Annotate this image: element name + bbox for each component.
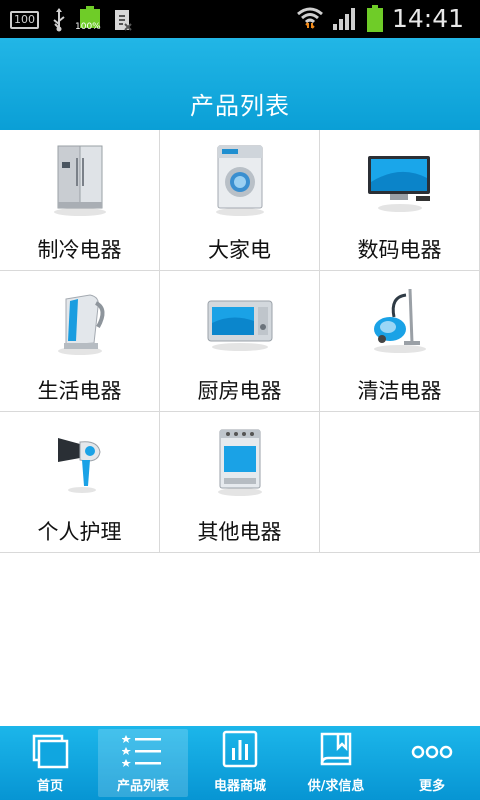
category-label: 个人护理 — [37, 520, 122, 544]
document-icon — [115, 10, 132, 31]
category-grid: 制冷电器 大家电 数码电器 生活电器 厨房电器 清洁电器 个人护理 其他电器 — [0, 130, 480, 554]
category-label: 其他电器 — [197, 520, 282, 544]
category-item-kitchen[interactable]: 厨房电器 — [160, 271, 320, 412]
hair-dryer-icon — [58, 438, 101, 493]
empty-cell — [320, 412, 480, 553]
category-label: 清洁电器 — [357, 379, 442, 403]
category-label: 制冷电器 — [37, 238, 122, 262]
category-item-digital[interactable]: 数码电器 — [320, 130, 480, 271]
tab-label: 更多 — [418, 779, 445, 794]
wifi-icon — [296, 7, 323, 29]
status-left: 100 100% — [10, 6, 133, 34]
kettle-icon — [58, 294, 105, 355]
tab-supply-demand[interactable]: 供/求信息 — [288, 726, 384, 800]
vacuum-cleaner-icon — [374, 288, 426, 353]
page-title: 产品列表 — [190, 92, 290, 120]
category-item-large-appliances[interactable]: 大家电 — [160, 130, 320, 271]
status-bar: 100 100% 14:41 — [0, 0, 480, 38]
refrigerator-icon — [54, 145, 106, 216]
status-right: 14:41 — [296, 4, 464, 33]
more-dots-icon — [411, 745, 453, 759]
tab-home[interactable]: 首页 — [2, 726, 98, 800]
battery-percent-text: 100% — [75, 22, 101, 32]
category-item-cleaning[interactable]: 清洁电器 — [320, 271, 480, 412]
tab-appliance-mall[interactable]: 电器商城 — [192, 726, 288, 800]
category-label: 生活电器 — [37, 379, 122, 403]
category-item-household[interactable]: 生活电器 — [0, 271, 160, 412]
usb-icon — [53, 8, 65, 32]
category-label: 数码电器 — [357, 238, 442, 262]
list-icon — [122, 735, 161, 767]
notification-box-icon: 100 — [10, 11, 39, 29]
oven-icon — [218, 429, 262, 496]
tab-more[interactable]: 更多 — [384, 726, 480, 800]
clock: 14:41 — [391, 4, 464, 33]
category-item-refrigeration[interactable]: 制冷电器 — [0, 130, 160, 271]
app-header: 产品列表 — [0, 38, 480, 130]
microwave-icon — [207, 300, 273, 351]
category-item-personal-care[interactable]: 个人护理 — [0, 412, 160, 553]
tab-label: 供/求信息 — [307, 779, 365, 794]
bottom-nav: 首页 产品列表 电器商城 供/求信息 更多 — [0, 726, 480, 800]
tab-label: 电器商城 — [213, 779, 266, 794]
book-icon — [320, 732, 352, 766]
category-label: 厨房电器 — [197, 379, 282, 403]
tab-product-list[interactable]: 产品列表 — [98, 729, 188, 797]
category-label: 大家电 — [208, 238, 271, 262]
washing-machine-icon — [216, 145, 264, 216]
chart-icon — [222, 730, 258, 768]
battery-full-small-icon: 100% — [75, 6, 101, 34]
battery-icon — [366, 4, 383, 32]
signal-icon — [332, 7, 355, 30]
television-icon — [368, 156, 430, 212]
home-pages-icon — [32, 734, 69, 769]
category-item-other[interactable]: 其他电器 — [160, 412, 320, 553]
tab-label: 首页 — [36, 779, 63, 794]
tab-label: 产品列表 — [116, 779, 169, 794]
